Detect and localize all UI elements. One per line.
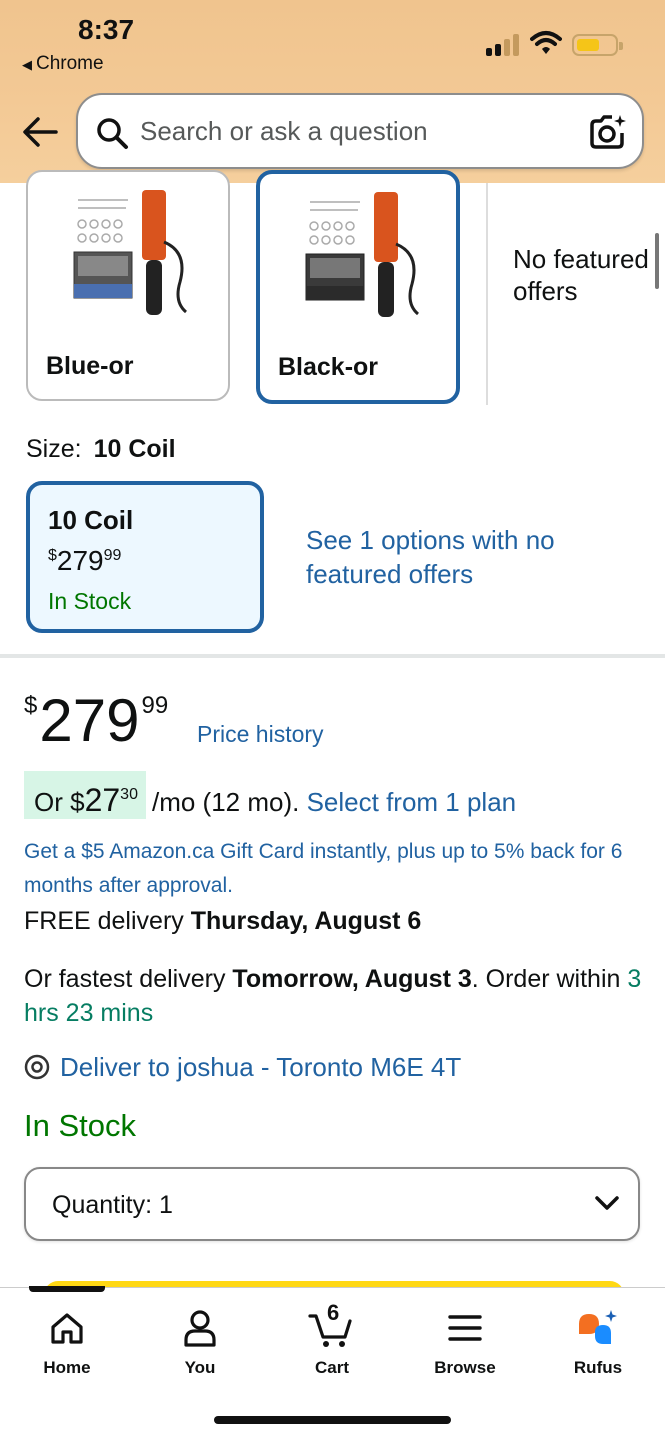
divider xyxy=(486,183,488,405)
wifi-icon xyxy=(530,31,562,54)
size-option-price: $27999 xyxy=(48,545,122,576)
back-arrow-icon[interactable] xyxy=(20,112,60,152)
see-options-link[interactable]: See 1 options with no featured offers xyxy=(306,523,566,591)
price-history-link[interactable]: Price history xyxy=(197,721,324,748)
product-image xyxy=(305,192,420,317)
search-icon xyxy=(97,118,128,149)
price-cents: 99 xyxy=(141,692,169,719)
camera-search-icon[interactable] xyxy=(588,113,628,151)
home-indicator xyxy=(214,1416,451,1424)
nav-rufus[interactable]: Rufus xyxy=(543,1306,653,1378)
price-whole: 279 xyxy=(39,687,140,754)
nav-you[interactable]: You xyxy=(145,1306,255,1378)
menu-icon xyxy=(448,1315,482,1341)
rufus-assistant-icon xyxy=(579,1310,617,1344)
color-option-label: Black-or xyxy=(278,353,379,381)
select-plan-link[interactable]: Select from 1 plan xyxy=(307,787,517,817)
product-image xyxy=(73,190,188,315)
fastest-delivery-info: Or fastest delivery Tomorrow, August 3. … xyxy=(24,965,642,1027)
status-time: 8:37 xyxy=(78,14,135,45)
section-divider xyxy=(0,654,665,658)
price-currency: $ xyxy=(24,692,38,719)
free-delivery-info: FREE delivery Thursday, August 6 xyxy=(24,907,422,935)
quantity-dropdown[interactable]: Quantity: 1 xyxy=(24,1167,640,1241)
battery-icon xyxy=(572,34,623,56)
nav-rufus-label: Rufus xyxy=(573,1358,623,1377)
search-bar[interactable] xyxy=(76,93,644,169)
stock-status: In Stock xyxy=(24,1108,136,1143)
nav-browse[interactable]: Browse xyxy=(410,1306,520,1378)
cellular-signal-icon xyxy=(486,34,520,56)
user-icon xyxy=(184,1310,216,1347)
home-icon xyxy=(51,1313,83,1344)
cart-count-badge: 6 xyxy=(327,1300,340,1325)
color-option-label: Blue-or xyxy=(46,352,134,380)
nav-home[interactable]: Home xyxy=(12,1306,122,1378)
deliver-to-address: Deliver to joshua - Toronto M6E 4T xyxy=(60,1052,462,1082)
chevron-down-icon xyxy=(595,1196,619,1210)
size-option-stock: In Stock xyxy=(48,588,132,614)
monthly-term: /mo (12 mo). xyxy=(151,787,300,817)
size-label: Size: xyxy=(26,435,82,463)
gift-card-promo-link[interactable]: Get a $5 Amazon.ca Gift Card instantly, … xyxy=(24,835,634,903)
nav-home-label: Home xyxy=(43,1358,91,1377)
color-option-black[interactable]: Black-or xyxy=(256,170,460,404)
nav-cart[interactable]: 6 Cart xyxy=(277,1300,387,1378)
nav-you-label: You xyxy=(184,1358,216,1377)
color-option-blue[interactable]: Blue-or xyxy=(26,170,230,401)
size-option-10-coil[interactable]: 10 Coil $27999 In Stock xyxy=(26,481,264,633)
horizontal-scroll-indicator xyxy=(655,233,659,289)
app-header: 8:37 ◀ Chrome xyxy=(0,0,665,183)
back-triangle-icon: ◀ xyxy=(22,57,32,72)
deliver-to-link[interactable]: Deliver to joshua - Toronto M6E 4T xyxy=(24,1052,461,1083)
quantity-value: 1 xyxy=(159,1191,173,1219)
price-display: $27999 xyxy=(24,686,168,755)
no-featured-offers-text[interactable]: No featured offers xyxy=(513,243,665,307)
active-tab-indicator xyxy=(29,1286,105,1292)
monthly-price-badge: Or $2730 xyxy=(24,771,146,819)
nav-browse-label: Browse xyxy=(434,1358,496,1377)
status-back-to-app[interactable]: ◀ Chrome xyxy=(22,53,104,75)
location-pin-icon xyxy=(24,1054,50,1080)
size-value: 10 Coil xyxy=(93,435,176,463)
search-input[interactable] xyxy=(140,113,570,149)
monthly-payment: Or $2730/mo (12 mo). Select from 1 plan xyxy=(24,771,516,819)
status-back-label: Chrome xyxy=(36,53,104,74)
nav-cart-label: Cart xyxy=(314,1358,349,1377)
quantity-label: Quantity: 1 xyxy=(52,1191,173,1219)
size-option-title: 10 Coil xyxy=(48,505,134,535)
size-selector-label: Size: 10 Coil xyxy=(26,435,176,464)
